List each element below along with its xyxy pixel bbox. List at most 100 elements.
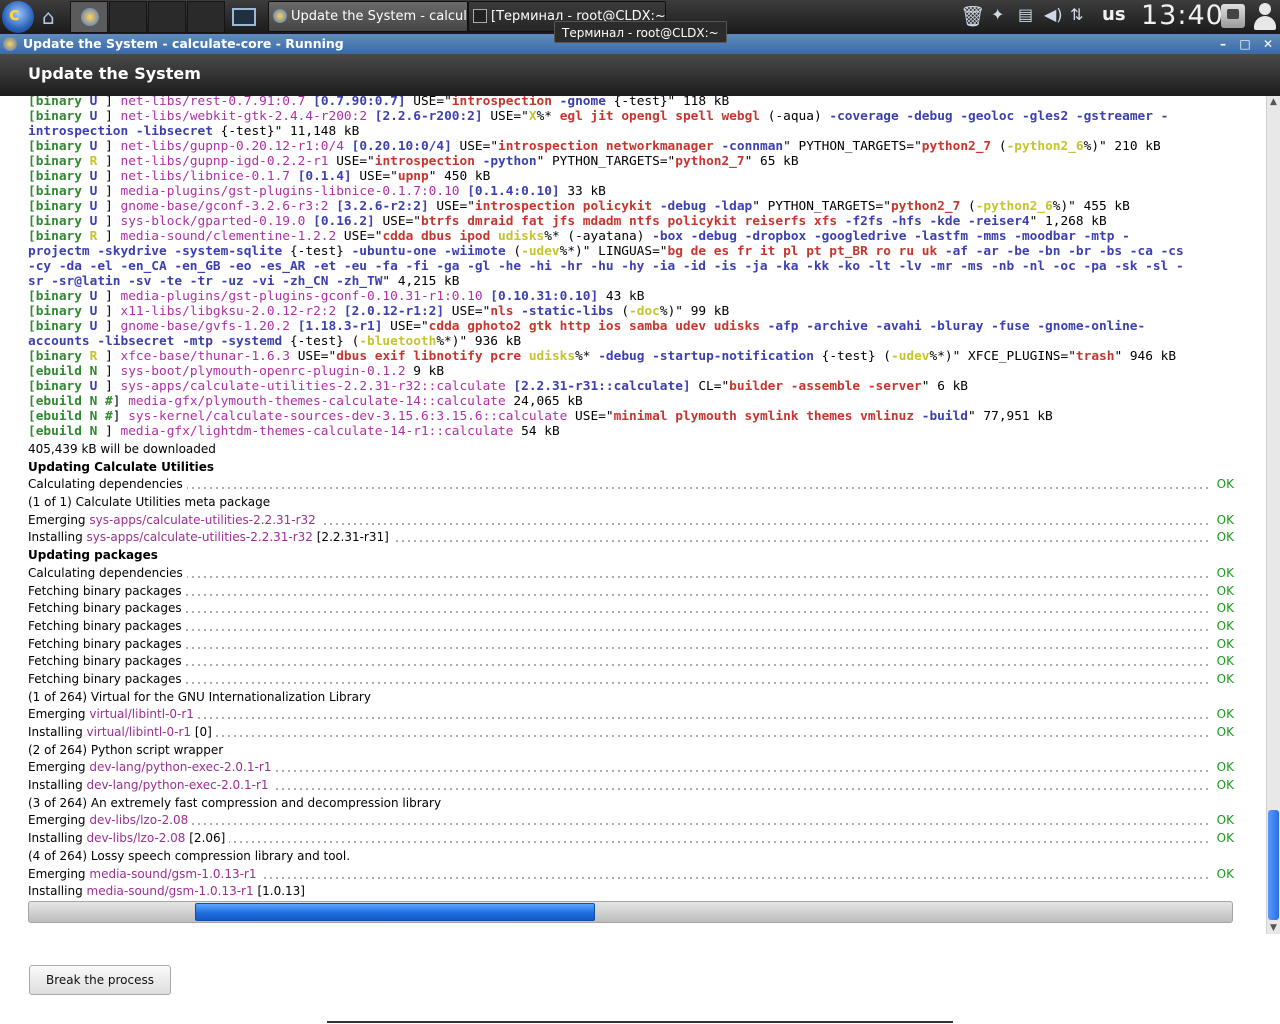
- terminal-segment: [binary: [28, 229, 90, 244]
- scroll-down-icon[interactable]: ▼: [1267, 922, 1280, 934]
- home-folder-icon[interactable]: ⌂: [38, 2, 68, 32]
- log-line: Emerging media-sound/gsm-1.0.13-r1 OK: [28, 866, 1234, 884]
- scrollbar-thumb[interactable]: [1268, 810, 1279, 920]
- keyboard-layout-indicator[interactable]: us: [1102, 4, 1126, 25]
- volume-icon[interactable]: ◀): [1044, 5, 1063, 24]
- terminal-segment: -bluetooth: [359, 334, 437, 349]
- terminal-segment: ]: [112, 409, 129, 424]
- maximize-button[interactable]: □: [1236, 36, 1254, 52]
- terminal-segment: %*)" 936 kB: [436, 334, 522, 349]
- terminal-segment: ): [636, 229, 653, 244]
- terminal-segment: [binary: [28, 304, 90, 319]
- scroll-up-icon[interactable]: ▲: [1267, 96, 1280, 108]
- status-ok: OK: [1216, 654, 1234, 669]
- close-button[interactable]: ✕: [1259, 36, 1277, 52]
- terminal-segment: python2_7: [921, 139, 999, 154]
- package-name: media-sound/gsm-1.0.13-r1: [86, 884, 254, 899]
- task-update-system[interactable]: Update the System - calculat...: [268, 1, 468, 32]
- terminal-segment: USE=": [428, 199, 475, 214]
- dot-leader: [28, 593, 1209, 596]
- log-label: Fetching binary packages: [28, 671, 182, 686]
- log-line-text: (2 of 264) Python script wrapper: [28, 742, 228, 757]
- terminal-launcher-icon[interactable]: [229, 2, 259, 32]
- log-line-text: (3 of 264) An extremely fast compression…: [28, 795, 446, 810]
- status-ok: OK: [1216, 725, 1234, 739]
- package-name: dev-lang/python-exec-2.0.1-r1: [89, 760, 272, 775]
- workspace-3[interactable]: [148, 1, 186, 33]
- status-ok: OK: [1216, 618, 1234, 633]
- vertical-scrollbar[interactable]: ▲ ▼: [1266, 96, 1280, 934]
- log-label: (4 of 264) Lossy speech compression libr…: [28, 848, 351, 863]
- terminal-line: [ebuild N #] media-gfx/plymouth-themes-c…: [28, 394, 1238, 409]
- log-label: (2 of 264) Python script wrapper: [28, 742, 224, 757]
- bluetooth-icon[interactable]: ✦: [991, 5, 1004, 24]
- log-label: Installing: [28, 831, 87, 846]
- log-label: Installing: [28, 778, 87, 793]
- terminal-segment: introspection networkmanager: [498, 139, 722, 154]
- terminal-segment: USE=": [482, 109, 529, 124]
- terminal-segment: " PYTHON_TARGETS=": [752, 199, 891, 214]
- terminal-segment: USE=": [451, 139, 499, 154]
- terminal-segment: net-libs/webkit-gtk-2.4.4-r200:2: [120, 109, 375, 124]
- terminal-segment: gnome-base/gvfs-1.20.2: [120, 319, 298, 334]
- log-label: Installing: [28, 884, 87, 899]
- terminal-segment: (: [968, 199, 976, 214]
- log-line: Fetching binary packages OK: [28, 671, 1234, 689]
- terminal-segment: " 450 kB: [428, 169, 491, 184]
- terminal-segment: %*: [536, 109, 560, 124]
- package-name: media-sound/gsm-1.0.13-r1: [89, 866, 257, 881]
- terminal-segment: -debug -ldap: [659, 199, 753, 214]
- terminal-segment: sr -sr@latin -sv -te -tr -uz -vi -zh_CN …: [28, 274, 383, 289]
- terminal-segment: -python: [482, 154, 537, 169]
- break-process-button[interactable]: Break the process: [29, 965, 171, 995]
- trash-icon[interactable]: 🗑: [960, 4, 985, 28]
- status-ok: OK: [1216, 813, 1234, 828]
- terminal-line: introspection -libsecret {-test}" 11,148…: [28, 124, 1238, 139]
- log-line-text: Fetching binary packages: [28, 654, 186, 669]
- log-label: Calculating dependencies: [28, 477, 183, 492]
- network-icon[interactable]: ⇅: [1070, 5, 1083, 24]
- app-menu-icon[interactable]: c: [2, 1, 34, 33]
- terminal-segment: [ebuild: [28, 394, 90, 409]
- terminal-line: [binary U ] media-plugins/gst-plugins-gc…: [28, 289, 1238, 304]
- workspace-2[interactable]: [109, 1, 147, 33]
- terminal-segment: udisks: [528, 349, 576, 364]
- terminal-segment: {-test}: [613, 96, 668, 109]
- clock[interactable]: 13:40: [1141, 0, 1224, 31]
- lock-screen-icon[interactable]: [1221, 4, 1245, 28]
- status-ok: OK: [1216, 707, 1234, 722]
- terminal-line: [binary U ] net-libs/rest-0.7.91:0.7 [0.…: [28, 96, 1238, 109]
- user-icon[interactable]: [1252, 3, 1278, 31]
- workspace-1[interactable]: [70, 1, 108, 33]
- log-label: (1 of 264) Virtual for the GNU Internati…: [28, 689, 371, 704]
- terminal-segment: -box -debug -dropbox -googledrive -lastf…: [652, 229, 1130, 244]
- terminal-segment: ]: [97, 109, 121, 124]
- log-label: Emerging: [28, 813, 90, 828]
- terminal-segment: gnome-base/gconf-3.2.6-r3:2: [120, 199, 337, 214]
- terminal-segment: sys-boot/plymouth-openrc-plugin-0.1.2: [120, 364, 406, 379]
- terminal-segment: -static-libs: [521, 304, 622, 319]
- terminal-segment: USE=": [567, 409, 614, 424]
- terminal-segment: " 77,951 kB: [968, 409, 1053, 424]
- terminal-segment: ]: [97, 364, 121, 379]
- terminal-segment: [binary: [28, 139, 90, 154]
- minimize-button[interactable]: –: [1214, 36, 1232, 52]
- terminal-segment: net-libs/rest-0.7.91:0.7: [120, 96, 314, 109]
- terminal-segment: cdda dbus ipod: [382, 229, 499, 244]
- terminal-segment: -af -ar -be -bn -br -bs -ca -cs: [944, 244, 1184, 259]
- workspace-4[interactable]: [187, 1, 225, 33]
- terminal-line: [ebuild N ] sys-boot/plymouth-openrc-plu…: [28, 364, 1238, 379]
- clipboard-icon[interactable]: ▤: [1018, 5, 1033, 24]
- terminal-segment: ]: [97, 139, 121, 154]
- package-name: dev-lang/python-exec-2.0.1-r1: [86, 778, 269, 793]
- progress-bar: [28, 901, 1233, 923]
- dot-leader: [28, 611, 1209, 614]
- log-view[interactable]: [binary U ] net-libs/rest-0.7.91:0.7 [0.…: [0, 96, 1266, 942]
- log-label: Emerging: [28, 512, 90, 527]
- terminal-segment: egl jit opengl spell webgl: [559, 109, 768, 124]
- terminal-segment: media-plugins/gst-plugins-libnice-0.1.7:…: [120, 184, 468, 199]
- dot-leader: [28, 646, 1209, 649]
- page-title: Update the System: [28, 64, 201, 83]
- terminal-segment: -ayatana: [575, 229, 637, 244]
- log-line-text: Emerging dev-libs/lzo-2.08: [28, 813, 193, 828]
